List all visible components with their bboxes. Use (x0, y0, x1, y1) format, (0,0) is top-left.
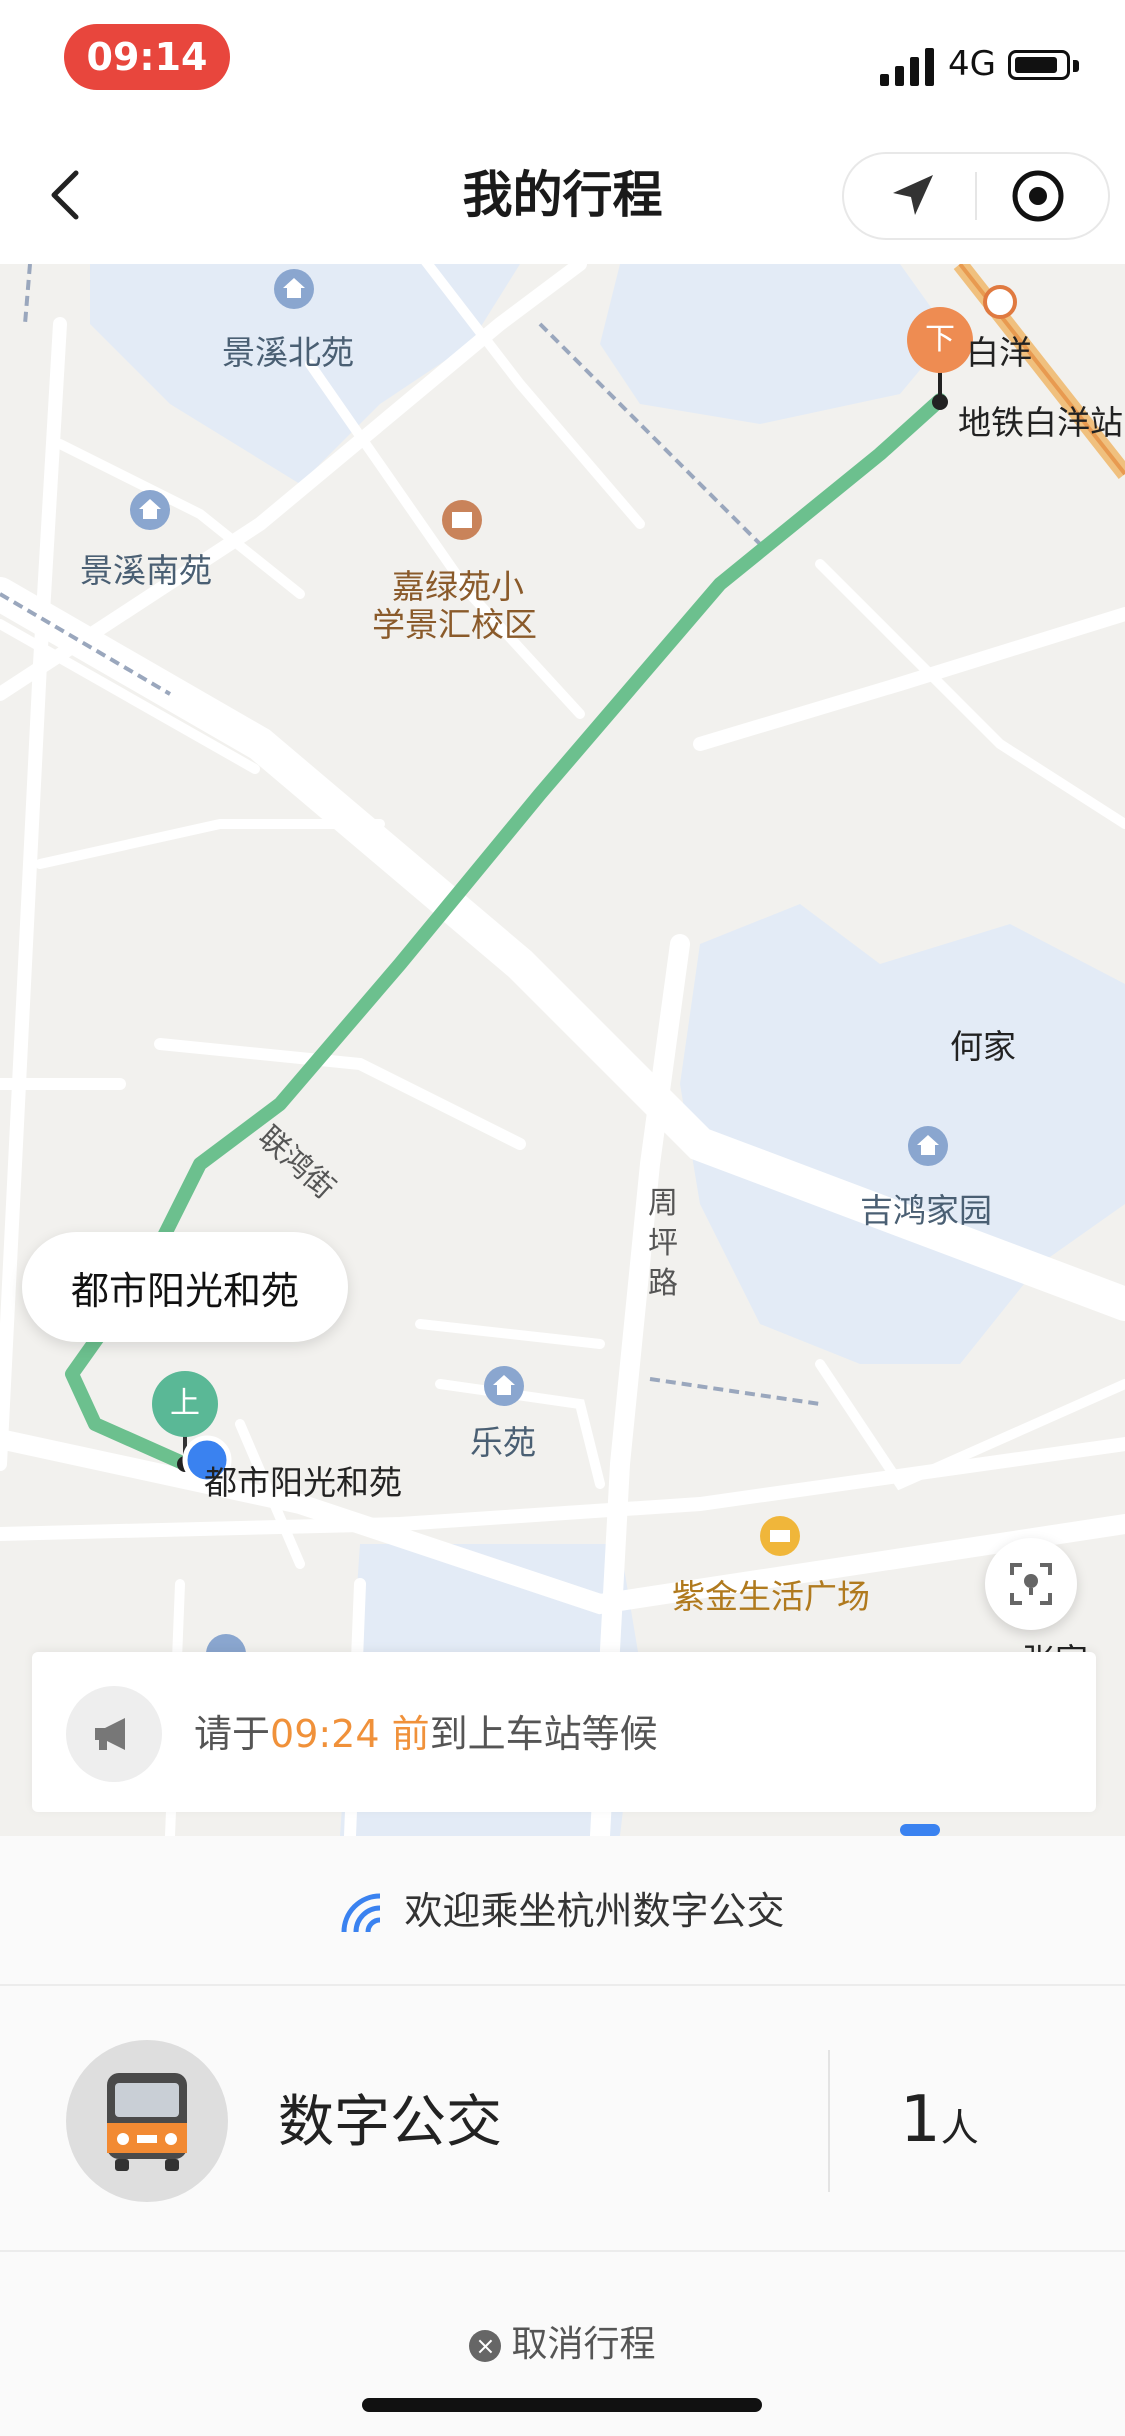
passenger-count-unit: 人 (940, 2106, 979, 2150)
welcome-row: 欢迎乘坐杭州数字公交 (0, 1876, 1125, 1946)
home-indicator[interactable] (362, 2398, 762, 2412)
location-button[interactable] (872, 162, 952, 230)
boarding-marker: 上 (170, 1386, 200, 1421)
map-label-baiyang-station: 地铁白洋站 (958, 403, 1123, 442)
map-label-leyuan: 乐苑 (470, 1423, 536, 1462)
notice-deadline: 09:24 前 (270, 1712, 430, 1756)
recenter-icon (1010, 1563, 1052, 1605)
megaphone-icon (95, 1718, 125, 1750)
map-label-jihong: 吉鸿家园 (860, 1191, 992, 1230)
passenger-count-value: 1 (900, 2083, 941, 2157)
map-label-jingxi-south: 景溪南苑 (80, 551, 212, 590)
panel-vertical-divider (828, 2050, 830, 2192)
bus-avatar (66, 2040, 228, 2202)
map-label-dushi-station: 都市阳光和苑 (204, 1463, 402, 1502)
status-time: 09:14 (64, 24, 230, 90)
notice-prefix: 请于 (194, 1712, 271, 1756)
welcome-text: 欢迎乘坐杭州数字公交 (404, 1889, 785, 1933)
map-label-school-2: 学景汇校区 (372, 605, 537, 644)
map-label-jingxi-north: 景溪北苑 (222, 333, 354, 372)
alighting-marker: 下 (925, 322, 955, 357)
service-name: 数字公交 (278, 2090, 502, 2155)
battery-tip (1073, 60, 1079, 72)
target-icon (1012, 170, 1064, 222)
capsule-divider (975, 172, 977, 220)
signal-icon (880, 48, 934, 86)
notice-icon-wrap (66, 1686, 162, 1782)
panel-divider-bottom (0, 2250, 1125, 2252)
bus-icon (107, 2073, 187, 2171)
recenter-button[interactable] (985, 1538, 1077, 1630)
notice-text: 请于09:24 前到上车站等候 (194, 1706, 658, 1762)
cancel-trip-label: 取消行程 (511, 2324, 656, 2365)
passenger-count: 1人 (900, 2080, 979, 2168)
route-map[interactable]: 景溪北苑 景溪南苑 嘉绿苑小 学景汇校区 联鸿街 白洋 地铁白洋站 何家 吉鸿家… (0, 264, 1125, 1836)
signal-wave-icon (341, 1893, 381, 1932)
cancel-trip-button[interactable]: × 取消行程 (0, 2310, 1125, 2380)
station-callout[interactable]: 都市阳光和苑 (22, 1232, 348, 1342)
map-label-baiyang: 白洋 (966, 333, 1032, 372)
close-program-button[interactable] (998, 162, 1078, 230)
battery-icon (1008, 50, 1070, 80)
road-label-zhouping: 周坪路 (648, 1186, 678, 1301)
close-circle-icon: × (469, 2330, 502, 2362)
map-label-zijin: 紫金生活广场 (672, 1577, 870, 1616)
map-label-hejia: 何家 (950, 1027, 1016, 1066)
notice-suffix: 到上车站等候 (429, 1712, 658, 1756)
panel-divider-top (0, 1984, 1125, 1986)
network-type: 4G (948, 44, 996, 84)
navigation-arrow-icon (893, 175, 933, 215)
